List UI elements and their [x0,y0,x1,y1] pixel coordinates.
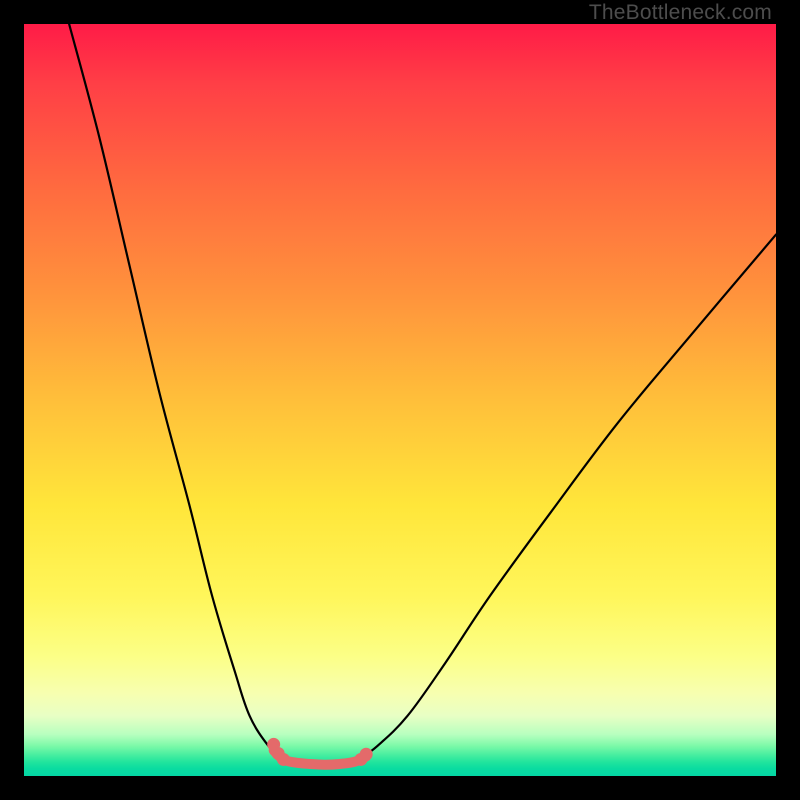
left-black-curve [69,24,283,759]
watermark-text: TheBottleneck.com [589,1,772,25]
chart-frame: TheBottleneck.com [0,0,800,800]
salmon-dot [277,753,290,766]
salmon-dot [360,748,373,761]
right-black-curve [359,235,776,760]
plot-area [24,24,776,776]
curve-layer [24,24,776,776]
